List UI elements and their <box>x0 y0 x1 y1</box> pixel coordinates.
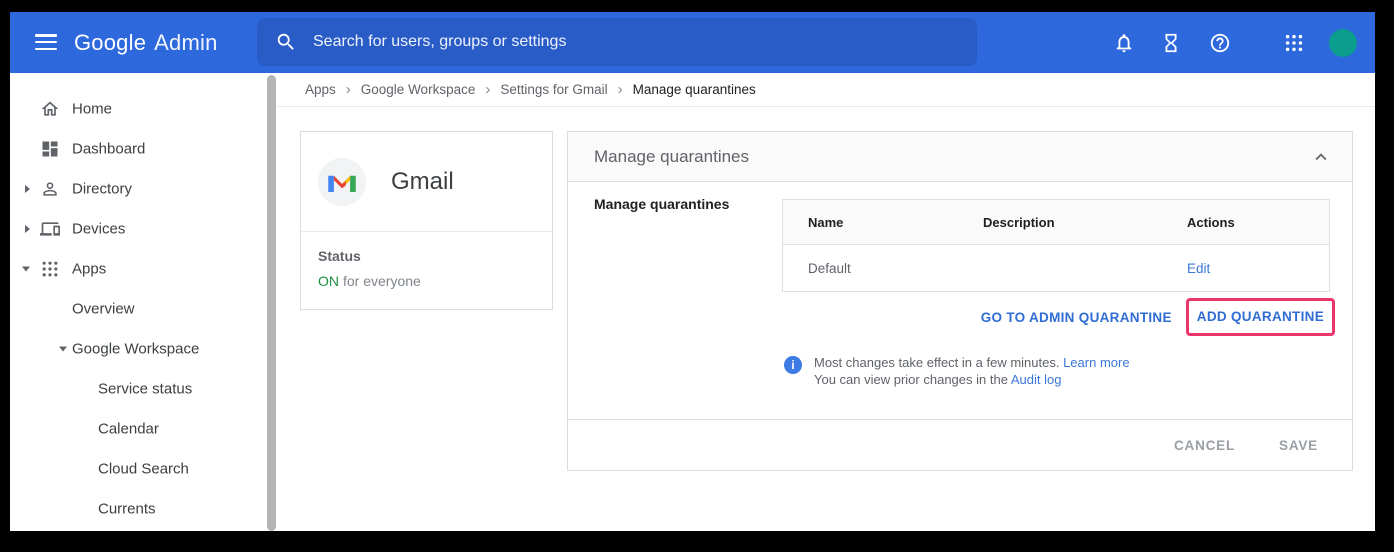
person-icon <box>40 179 60 199</box>
learn-more-link[interactable]: Learn more <box>1063 355 1129 370</box>
tasks-hourglass-icon[interactable] <box>1160 32 1182 54</box>
sidebar-item-label: Currents <box>98 501 156 518</box>
sidebar-item-label: Calendar <box>98 421 159 438</box>
expand-right-icon[interactable] <box>25 185 30 193</box>
sidebar-item-label: Google Workspace <box>72 341 199 358</box>
sidebar-item-currents[interactable]: Currents <box>10 489 277 529</box>
breadcrumb-link[interactable]: Apps <box>305 82 336 97</box>
sidebar-item-devices[interactable]: Devices <box>10 209 277 249</box>
chevron-up-icon[interactable] <box>1310 146 1332 168</box>
table-rows: Default Edit <box>783 245 1329 291</box>
sidebar-item-label: Devices <box>72 221 125 238</box>
expand-down-icon[interactable] <box>59 347 67 352</box>
sidebar-item-calendar[interactable]: Calendar <box>10 409 277 449</box>
service-status-block: Status ONfor everyone <box>301 232 552 309</box>
sidebar-item-directory[interactable]: Directory <box>10 169 277 209</box>
apps-grid-icon[interactable] <box>1283 32 1305 54</box>
sidebar-item-label: Service status <box>98 381 192 398</box>
admin-console-screen: Google Admin Search for users, groups or… <box>10 12 1375 531</box>
sidebar-item-label: Overview <box>72 301 135 318</box>
annotation-highlight-box: ADD QUARANTINE <box>1186 298 1335 336</box>
sidebar-item-label: Apps <box>72 261 106 278</box>
sidebar-item-label: Dashboard <box>72 141 145 158</box>
breadcrumb-link[interactable]: Settings for Gmail <box>500 82 607 97</box>
brand-admin: Admin <box>154 30 217 56</box>
status-label: Status <box>318 248 535 264</box>
search-input[interactable]: Search for users, groups or settings <box>257 18 977 66</box>
edit-link[interactable]: Edit <box>1187 261 1329 276</box>
main-content: Apps › Google Workspace › Settings for Gmail… <box>277 73 1375 531</box>
sidebar-item-apps[interactable]: Apps <box>10 249 277 289</box>
breadcrumb-separator: › <box>346 81 351 98</box>
avatar[interactable] <box>1329 29 1357 57</box>
info-text: Most changes take effect in a few minute… <box>814 354 1130 388</box>
table-header-description: Description <box>983 215 1187 230</box>
panel-header[interactable]: Manage quarantines <box>568 132 1352 182</box>
search-icon <box>275 31 297 53</box>
expand-down-icon[interactable] <box>22 267 30 272</box>
cancel-button[interactable]: CANCEL <box>1174 438 1235 453</box>
sidebar: Home Dashboard Directory Devices Apps Overvie… <box>10 73 277 531</box>
home-icon <box>40 99 60 119</box>
sidebar-item-label: Cloud Search <box>98 461 189 478</box>
info-line1: Most changes take effect in a few minute… <box>814 355 1059 370</box>
apps-grid-icon <box>40 259 60 279</box>
breadcrumb-separator: › <box>618 81 623 98</box>
sidebar-item-service-status[interactable]: Service status <box>10 369 277 409</box>
breadcrumb: Apps › Google Workspace › Settings for Gmail… <box>277 73 1375 107</box>
status-value: ONfor everyone <box>318 273 535 289</box>
search-placeholder: Search for users, groups or settings <box>313 33 566 51</box>
status-suffix: for everyone <box>343 273 421 289</box>
table-header-row: NameDescriptionActions <box>783 200 1329 245</box>
sidebar-item-label: Home <box>72 101 112 118</box>
sidebar-item-google-workspace[interactable]: Google Workspace <box>10 329 277 369</box>
help-icon[interactable] <box>1209 32 1231 54</box>
devices-icon <box>40 219 60 239</box>
go-to-admin-quarantine-button[interactable]: GO TO ADMIN QUARANTINE <box>981 310 1172 325</box>
gmail-service-card: Gmail Status ONfor everyone <box>300 131 553 310</box>
dashboard-icon <box>40 139 60 159</box>
panel-title: Manage quarantines <box>594 147 749 167</box>
topbar-actions <box>1113 12 1357 73</box>
expand-right-icon[interactable] <box>25 225 30 233</box>
quarantines-table: NameDescriptionActions Default Edit <box>782 199 1330 292</box>
notifications-bell-icon[interactable] <box>1113 32 1135 54</box>
audit-log-link[interactable]: Audit log <box>1011 372 1062 387</box>
info-note: i Most changes take effect in a few minu… <box>784 354 1130 388</box>
section-label: Manage quarantines <box>594 196 729 212</box>
google-admin-logo: Google Admin <box>74 12 218 73</box>
service-title: Gmail <box>391 168 454 196</box>
gmail-logo-icon <box>318 158 366 206</box>
table-row: Default Edit <box>783 245 1329 291</box>
panel-footer: CANCEL SAVE <box>568 419 1352 470</box>
app-body: Home Dashboard Directory Devices Apps Overvie… <box>10 73 1375 531</box>
add-quarantine-button[interactable]: ADD QUARANTINE <box>1197 309 1324 324</box>
cell-name: Default <box>808 261 983 276</box>
gmail-card-header: Gmail <box>301 132 552 232</box>
sidebar-item-dashboard[interactable]: Dashboard <box>10 129 277 169</box>
topbar: Google Admin Search for users, groups or… <box>10 12 1375 73</box>
breadcrumb-current: Manage quarantines <box>633 82 756 97</box>
sidebar-item-cloud-search[interactable]: Cloud Search <box>10 449 277 489</box>
table-header-name: Name <box>808 215 983 230</box>
info-line2: You can view prior changes in the <box>814 372 1008 387</box>
sidebar-scrollbar[interactable] <box>267 75 276 531</box>
brand-google: Google <box>74 30 146 56</box>
sidebar-item-overview[interactable]: Overview <box>10 289 277 329</box>
breadcrumb-separator: › <box>485 81 490 98</box>
info-icon: i <box>784 356 802 374</box>
table-header-actions: Actions <box>1187 215 1329 230</box>
save-button[interactable]: SAVE <box>1279 438 1318 453</box>
sidebar-item-home[interactable]: Home <box>10 89 277 129</box>
status-on-badge: ON <box>318 273 339 289</box>
menu-icon[interactable] <box>35 34 57 50</box>
sidebar-item-label: Directory <box>72 181 132 198</box>
manage-quarantines-panel: Manage quarantines Manage quarantines Na… <box>567 131 1353 471</box>
table-actions-row: GO TO ADMIN QUARANTINE ADD QUARANTINE <box>981 298 1335 336</box>
panel-body: Manage quarantines NameDescriptionAction… <box>568 182 1352 419</box>
breadcrumb-link[interactable]: Google Workspace <box>361 82 476 97</box>
